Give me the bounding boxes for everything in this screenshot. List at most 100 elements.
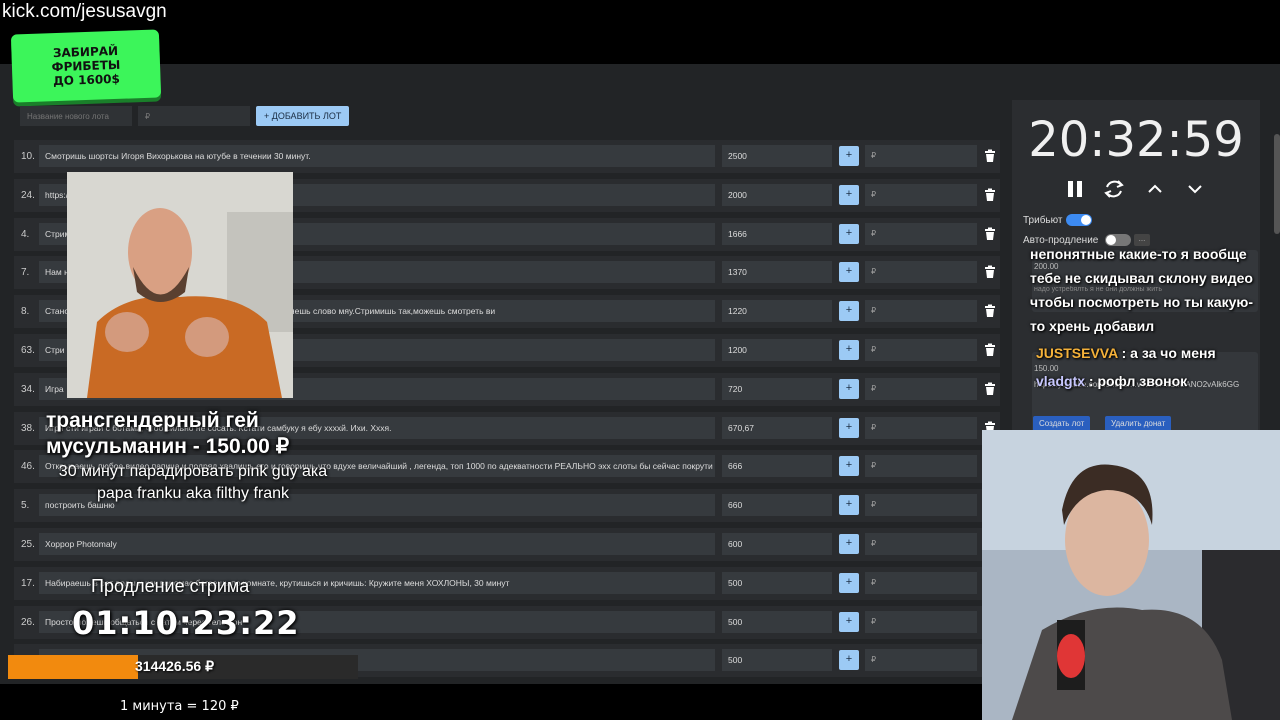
lot-amount-field[interactable]: 1200 [722, 339, 832, 361]
lot-add-amount-button[interactable]: + [839, 301, 859, 322]
lot-amount-field[interactable]: 1370 [722, 261, 832, 284]
side-lot-card-2: 150.00 https://youtube.com/shorts/...vTw… [1032, 352, 1258, 434]
lot-add-amount-button[interactable]: + [839, 146, 859, 166]
lot-extra-amount-field[interactable]: ₽ [865, 222, 977, 245]
progress-fill [8, 655, 138, 679]
lot-number: 63. [21, 345, 35, 356]
lot-add-amount-button[interactable]: + [839, 378, 859, 399]
lot-amount-field[interactable]: 1220 [722, 300, 832, 323]
trash-icon[interactable] [983, 227, 997, 241]
chat-text: : а за чо меня [1117, 345, 1216, 361]
lot-amount-field[interactable]: 2000 [722, 183, 832, 206]
lot-add-amount-button[interactable]: + [839, 417, 859, 438]
lot-number: 25. [21, 539, 35, 550]
reset-icon[interactable] [1103, 178, 1125, 200]
chat-text: : рофл звонок [1085, 373, 1188, 389]
lot-extra-amount-field[interactable]: ₽ [865, 610, 977, 633]
lot-extra-amount-field[interactable]: ₽ [865, 533, 977, 555]
progress-amount: 314426.56 ₽ [135, 658, 214, 674]
chat-username: JUSTSEVVA [1036, 345, 1118, 361]
lot-row: 25. Хоррор Photomaly 600 + ₽ [14, 528, 1000, 561]
lot-amount-field[interactable]: 2500 [722, 145, 832, 167]
lot-number: 26. [21, 616, 35, 628]
stream-extension-label: Продление стрима [91, 576, 250, 596]
lot-amount-field[interactable]: 660 [722, 494, 832, 517]
lot-amount-field[interactable]: 1666 [722, 222, 832, 245]
lot-extra-amount-field[interactable]: ₽ [865, 494, 977, 517]
chat-message: vladgtx : рофл звонок [1036, 373, 1187, 389]
lot-amount-field[interactable]: 666 [722, 455, 832, 478]
lot-extra-amount-field[interactable]: ₽ [865, 377, 977, 400]
lot-extra-amount-field[interactable]: ₽ [865, 455, 977, 478]
lot-add-amount-button[interactable]: + [839, 340, 859, 360]
stream-url: kick.com/jesusavgn [2, 1, 167, 22]
trash-icon[interactable] [983, 149, 997, 163]
lot-number: 4. [21, 228, 30, 240]
donation-alert-message: 30 минут парадировать pink guy ака papa … [58, 463, 328, 502]
lot-amount-field[interactable]: 720 [722, 377, 832, 400]
stream-overlay: kick.com/jesusavgn ЗАБИРАЙ ФРИБЕТЫ ДО 16… [0, 0, 1280, 720]
chevron-up-icon[interactable] [1144, 178, 1166, 200]
lot-number: 8. [21, 306, 30, 318]
lot-extra-amount-field[interactable]: ₽ [865, 183, 977, 206]
chat-line: чтобы посмотреть но ты какую- [1030, 294, 1253, 310]
stream-extension-time: 01:10:23:22 [72, 604, 300, 642]
chat-line: тебе не скидывал склону видео [1030, 270, 1253, 286]
chat-line: то хрень добавил [1030, 318, 1155, 334]
tribute-label: Трибьют [1023, 215, 1063, 226]
lot-number: 24. [21, 189, 35, 201]
lot-add-amount-button[interactable]: + [839, 456, 859, 477]
new-lot-price-input[interactable] [138, 106, 250, 126]
lot-row: 10. Смотришь шортсы Игоря Вихорькова на ю… [14, 140, 1000, 173]
lot-extra-amount-field[interactable]: ₽ [865, 649, 977, 672]
lot-add-amount-button[interactable]: + [839, 572, 859, 593]
lot-name-field[interactable]: Смотришь шортсы Игоря Вихорькова на ютуб… [39, 145, 715, 167]
lot-add-amount-button[interactable]: + [839, 184, 859, 205]
trash-icon[interactable] [983, 343, 997, 357]
lot-number: 10. [21, 151, 35, 162]
webcam-image [982, 430, 1280, 720]
chat-username: vladgtx [1036, 373, 1086, 389]
man-portrait-image [67, 172, 293, 398]
lot-amount-field[interactable]: 500 [722, 649, 832, 672]
autoextend-toggle[interactable] [1105, 234, 1131, 246]
lot-extra-amount-field[interactable]: ₽ [865, 261, 977, 284]
chat-message: JUSTSEVVA : а за чо меня [1036, 345, 1216, 361]
lot-extra-amount-field[interactable]: ₽ [865, 300, 977, 323]
trash-icon[interactable] [983, 265, 997, 279]
lot-extra-amount-field[interactable]: ₽ [865, 571, 977, 594]
lot-amount-field[interactable]: 600 [722, 533, 832, 555]
lot-add-amount-button[interactable]: + [839, 534, 859, 554]
tribute-toggle[interactable] [1066, 214, 1092, 226]
donation-alert-title: трансгендерный гей мусульманин - 150.00 … [46, 409, 290, 458]
lot-add-amount-button[interactable]: + [839, 223, 859, 244]
lot-extra-amount-field[interactable]: ₽ [865, 145, 977, 167]
donor-video-thumbnail [67, 172, 293, 398]
price-per-minute: 1 минута = 120 ₽ [120, 699, 239, 714]
page-scrollbar[interactable] [1274, 134, 1280, 234]
lot-number: 34. [21, 383, 35, 395]
autoextend-more-button[interactable]: ... [1134, 234, 1150, 246]
lot-extra-amount-field[interactable]: ₽ [865, 339, 977, 361]
lot-amount-field[interactable]: 500 [722, 571, 832, 594]
new-lot-name-input[interactable] [20, 106, 132, 126]
side-lot-text-1: надо устребялть я не они должны жить [1034, 286, 1162, 293]
freebet-promo-banner: ЗАБИРАЙ ФРИБЕТЫ ДО 1600$ [10, 29, 162, 103]
lot-extra-amount-field[interactable]: ₽ [865, 416, 977, 439]
trash-icon[interactable] [983, 188, 997, 202]
pause-icon[interactable] [1064, 178, 1086, 200]
trash-icon[interactable] [983, 382, 997, 396]
lot-amount-field[interactable]: 500 [722, 610, 832, 633]
lot-name-field[interactable]: Хоррор Photomaly [39, 533, 715, 555]
lot-add-amount-button[interactable]: + [839, 650, 859, 671]
lot-add-amount-button[interactable]: + [839, 262, 859, 283]
lot-amount-field[interactable]: 670,67 [722, 416, 832, 439]
chevron-down-icon[interactable] [1184, 178, 1206, 200]
trash-icon[interactable] [983, 304, 997, 318]
lot-number: 17. [21, 577, 35, 589]
countdown-timer: 20:32:59 [1028, 112, 1244, 168]
add-lot-button[interactable]: + ДОБАВИТЬ ЛОТ [256, 106, 350, 126]
lot-add-amount-button[interactable]: + [839, 495, 859, 516]
promo-text: ЗАБИРАЙ ФРИБЕТЫ ДО 1600$ [51, 43, 121, 89]
lot-add-amount-button[interactable]: + [839, 611, 859, 632]
